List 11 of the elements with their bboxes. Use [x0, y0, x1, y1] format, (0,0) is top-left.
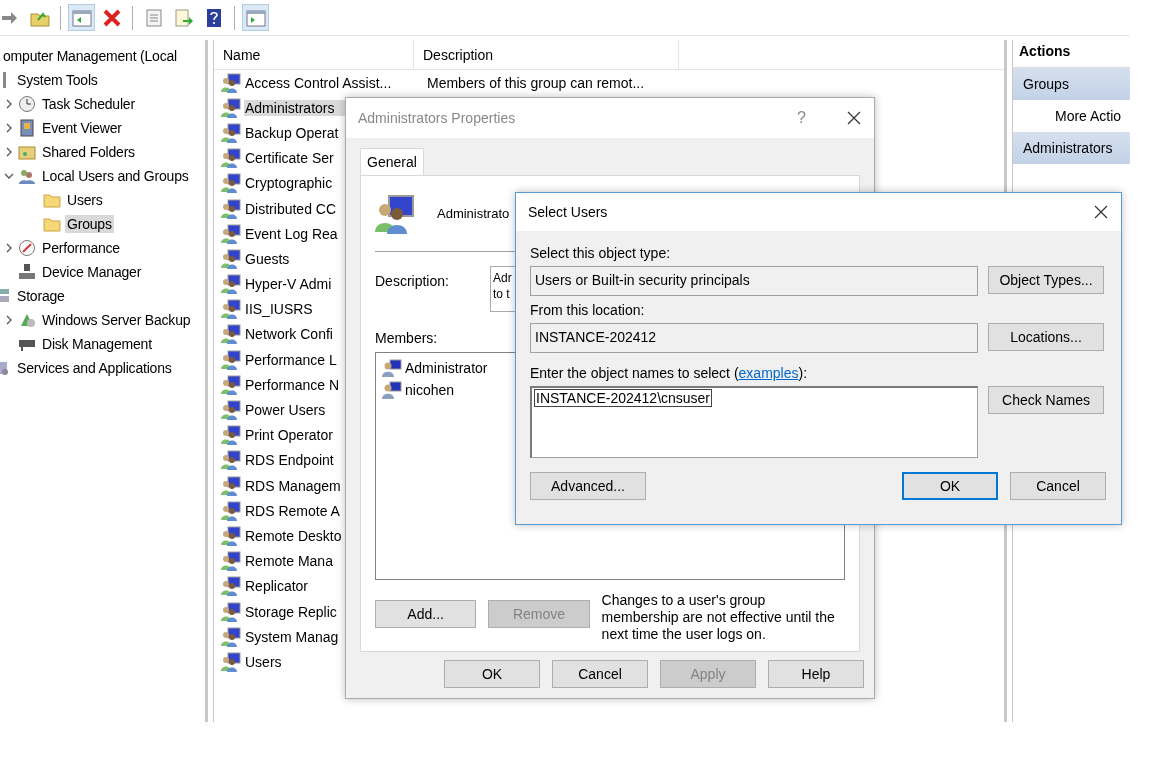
dialog-title: Select Users: [528, 204, 609, 220]
membership-note: Changes to a user's group membership are not effective until the next time the user logs on.: [601, 592, 836, 643]
object-type-label: Select this object type:: [530, 245, 672, 263]
group-name-label: Administrato: [437, 206, 510, 221]
members-label: Members:: [375, 330, 438, 346]
description-label: Description:: [375, 272, 450, 291]
object-type-field: Users or Built-in security principals: [530, 266, 978, 296]
location-label: From this location:: [530, 302, 646, 320]
object-names-label: Enter the object names to select (examples):: [530, 365, 809, 383]
group-description: Members of this group can remot...: [427, 74, 645, 91]
location-field: INSTANCE-202412: [530, 323, 978, 353]
